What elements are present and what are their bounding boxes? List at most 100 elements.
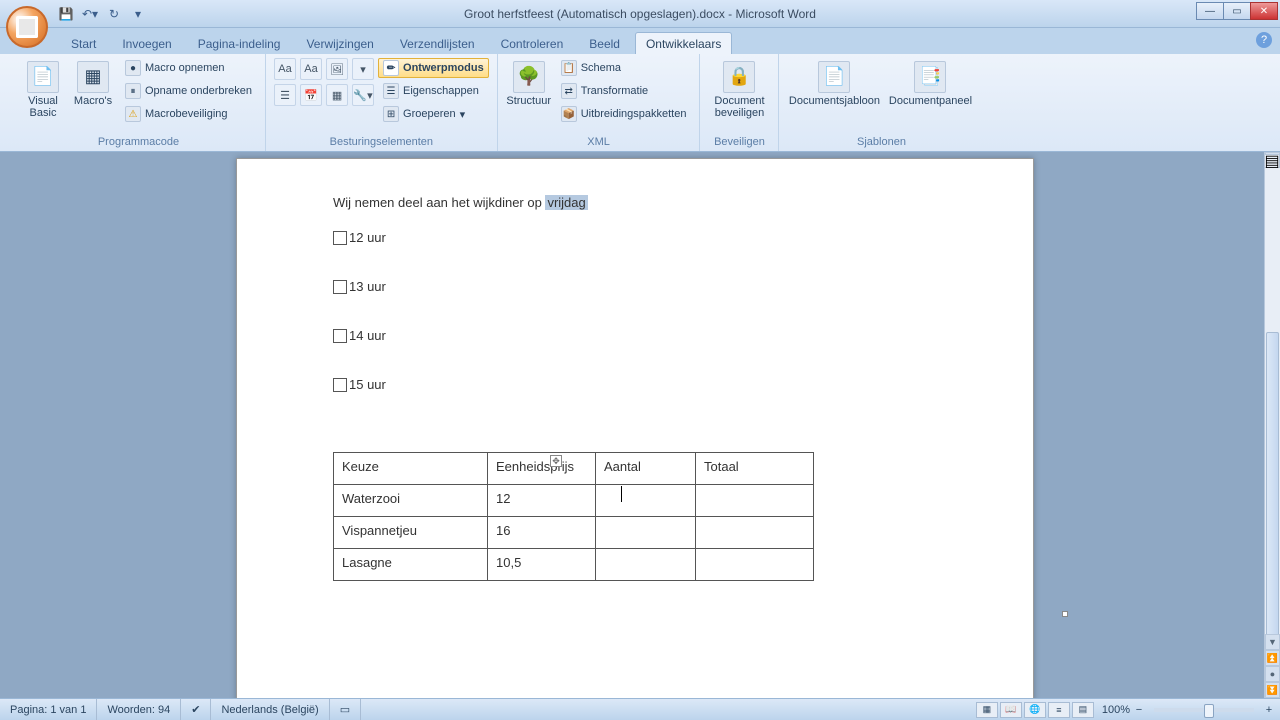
page-content: Wij nemen deel aan het wijkdiner op vrij… — [237, 159, 1033, 581]
table-resize-handle-icon[interactable] — [1062, 611, 1068, 617]
checkbox-icon[interactable] — [333, 231, 347, 245]
web-layout-view-icon[interactable]: 🌐 — [1024, 702, 1046, 718]
protect-document-button[interactable]: 🔒Document beveiligen — [708, 58, 770, 122]
tab-invoegen[interactable]: Invoegen — [111, 32, 182, 54]
prev-page-icon[interactable]: ⏫ — [1265, 650, 1280, 666]
schema-button[interactable]: 📋Schema — [556, 58, 692, 78]
intro-line[interactable]: Wij nemen deel aan het wijkdiner op vrij… — [333, 195, 937, 210]
undo-icon[interactable]: ↶▾ — [80, 4, 100, 24]
status-words[interactable]: Woorden: 94 — [97, 699, 181, 720]
zoom-level[interactable]: 100% — [1102, 704, 1130, 716]
cell-totaal[interactable] — [696, 549, 814, 581]
office-button[interactable] — [6, 6, 48, 48]
group-sjablonen: 📄Documentsjabloon 📑Documentpaneel Sjablo… — [779, 54, 983, 151]
document-template-button[interactable]: 📄Documentsjabloon — [787, 58, 881, 110]
tab-controleren[interactable]: Controleren — [490, 32, 575, 54]
transformation-button[interactable]: ⇄Transformatie — [556, 81, 692, 101]
option-row-1[interactable]: 13 uur — [333, 279, 937, 294]
minimize-button[interactable]: — — [1196, 2, 1224, 20]
option-row-2[interactable]: 14 uur — [333, 328, 937, 343]
print-layout-view-icon[interactable]: ▦ — [976, 702, 998, 718]
scroll-thumb[interactable] — [1266, 332, 1279, 652]
checkbox-icon[interactable] — [333, 378, 347, 392]
checkbox-icon[interactable] — [333, 280, 347, 294]
legacy-tools-button[interactable]: 🔧▾ — [352, 84, 374, 106]
status-language[interactable]: Nederlands (België) — [211, 699, 329, 720]
tab-beeld[interactable]: Beeld — [578, 32, 631, 54]
option-row-0[interactable]: 12 uur — [333, 230, 937, 245]
properties-button[interactable]: ☰Eigenschappen — [378, 81, 489, 101]
scroll-down-icon[interactable]: ▼ — [1265, 634, 1280, 650]
option-row-3[interactable]: 15 uur — [333, 377, 937, 392]
close-button[interactable]: ✕ — [1250, 2, 1278, 20]
checkbox-icon[interactable] — [333, 329, 347, 343]
structure-label: Structuur — [506, 95, 551, 107]
draft-view-icon[interactable]: ▤ — [1072, 702, 1094, 718]
option-label: 12 uur — [349, 230, 386, 245]
table-header-row: Keuze Eenheidsprijs Aantal Totaal — [334, 453, 814, 485]
fullscreen-reading-view-icon[interactable]: 📖 — [1000, 702, 1022, 718]
combobox-control-button[interactable]: ▾ — [352, 58, 374, 80]
tab-start[interactable]: Start — [60, 32, 107, 54]
schema-label: Schema — [581, 62, 621, 74]
status-insert-mode-icon[interactable]: ▭ — [330, 699, 361, 720]
tab-verzendlijsten[interactable]: Verzendlijsten — [389, 32, 486, 54]
help-icon[interactable]: ? — [1256, 32, 1272, 48]
status-page[interactable]: Pagina: 1 van 1 — [0, 699, 97, 720]
tab-verwijzingen[interactable]: Verwijzingen — [295, 32, 384, 54]
warning-icon: ⚠ — [125, 106, 141, 122]
th-keuze[interactable]: Keuze — [334, 453, 488, 485]
cell-prijs[interactable]: 12 — [488, 485, 596, 517]
dropdown-control-button[interactable]: ☰ — [274, 84, 296, 106]
redo-icon[interactable]: ↻ — [104, 4, 124, 24]
picture-control-button[interactable]: 🖼 — [326, 58, 348, 80]
visual-basic-label: Visual Basic — [24, 95, 62, 119]
maximize-button[interactable]: ▭ — [1223, 2, 1251, 20]
visual-basic-button[interactable]: 📄Visual Basic — [20, 58, 66, 122]
buildingblock-control-button[interactable]: ▦ — [326, 84, 348, 106]
cell-keuze[interactable]: Lasagne — [334, 549, 488, 581]
save-icon[interactable]: 💾 — [56, 4, 76, 24]
status-proofing-icon[interactable]: ✔ — [181, 699, 211, 720]
cell-prijs[interactable]: 10,5 — [488, 549, 596, 581]
group-button[interactable]: ⊞Groeperen ▾ — [378, 104, 489, 124]
table-move-handle-icon[interactable]: ✥ — [550, 455, 562, 467]
table-row: Waterzooi 12 — [334, 485, 814, 517]
structure-button[interactable]: 🌳Structuur — [506, 58, 552, 110]
cell-keuze[interactable]: Waterzooi — [334, 485, 488, 517]
cell-prijs[interactable]: 16 — [488, 517, 596, 549]
vertical-scrollbar[interactable]: ▲ ▼ ⏫ ● ⏬ — [1264, 152, 1280, 698]
richtext-control-button[interactable]: Aa — [274, 58, 296, 80]
th-aantal[interactable]: Aantal — [596, 453, 696, 485]
cell-aantal[interactable] — [596, 549, 696, 581]
zoom-slider[interactable] — [1154, 708, 1254, 712]
text-control-button[interactable]: Aa — [300, 58, 322, 80]
page[interactable]: Wij nemen deel aan het wijkdiner op vrij… — [236, 158, 1034, 698]
menu-table[interactable]: Keuze Eenheidsprijs Aantal Totaal Waterz… — [333, 452, 814, 581]
cell-aantal[interactable] — [596, 517, 696, 549]
design-mode-button[interactable]: ✏Ontwerpmodus — [378, 58, 489, 78]
ruler-toggle-icon[interactable]: ▤ — [1264, 154, 1280, 168]
zoom-out-icon[interactable]: − — [1132, 704, 1146, 716]
cell-keuze[interactable]: Vispannetjeu — [334, 517, 488, 549]
cell-totaal[interactable] — [696, 517, 814, 549]
macros-button[interactable]: ▦Macro's — [70, 58, 116, 110]
th-eenheidsprijs[interactable]: Eenheidsprijs — [488, 453, 596, 485]
tab-pagina-indeling[interactable]: Pagina-indeling — [187, 32, 292, 54]
record-macro-button[interactable]: ●Macro opnemen — [120, 58, 257, 78]
cell-totaal[interactable] — [696, 485, 814, 517]
outline-view-icon[interactable]: ≡ — [1048, 702, 1070, 718]
document-panel-button[interactable]: 📑Documentpaneel — [885, 58, 975, 110]
pause-recording-button[interactable]: ⏸Opname onderbreken — [120, 81, 257, 101]
th-totaal[interactable]: Totaal — [696, 453, 814, 485]
browse-object-icon[interactable]: ● — [1265, 666, 1280, 682]
macro-security-button[interactable]: ⚠Macrobeveiliging — [120, 104, 257, 124]
zoom-in-icon[interactable]: + — [1262, 704, 1276, 716]
cell-aantal[interactable] — [596, 485, 696, 517]
tab-ontwikkelaars[interactable]: Ontwikkelaars — [635, 32, 732, 54]
qat-customize-icon[interactable]: ▾ — [128, 4, 148, 24]
date-control-button[interactable]: 📅 — [300, 84, 322, 106]
next-page-icon[interactable]: ⏬ — [1265, 682, 1280, 698]
expansion-packs-button[interactable]: 📦Uitbreidingspakketten — [556, 104, 692, 124]
quick-access-toolbar: 💾 ↶▾ ↻ ▾ — [56, 4, 148, 24]
